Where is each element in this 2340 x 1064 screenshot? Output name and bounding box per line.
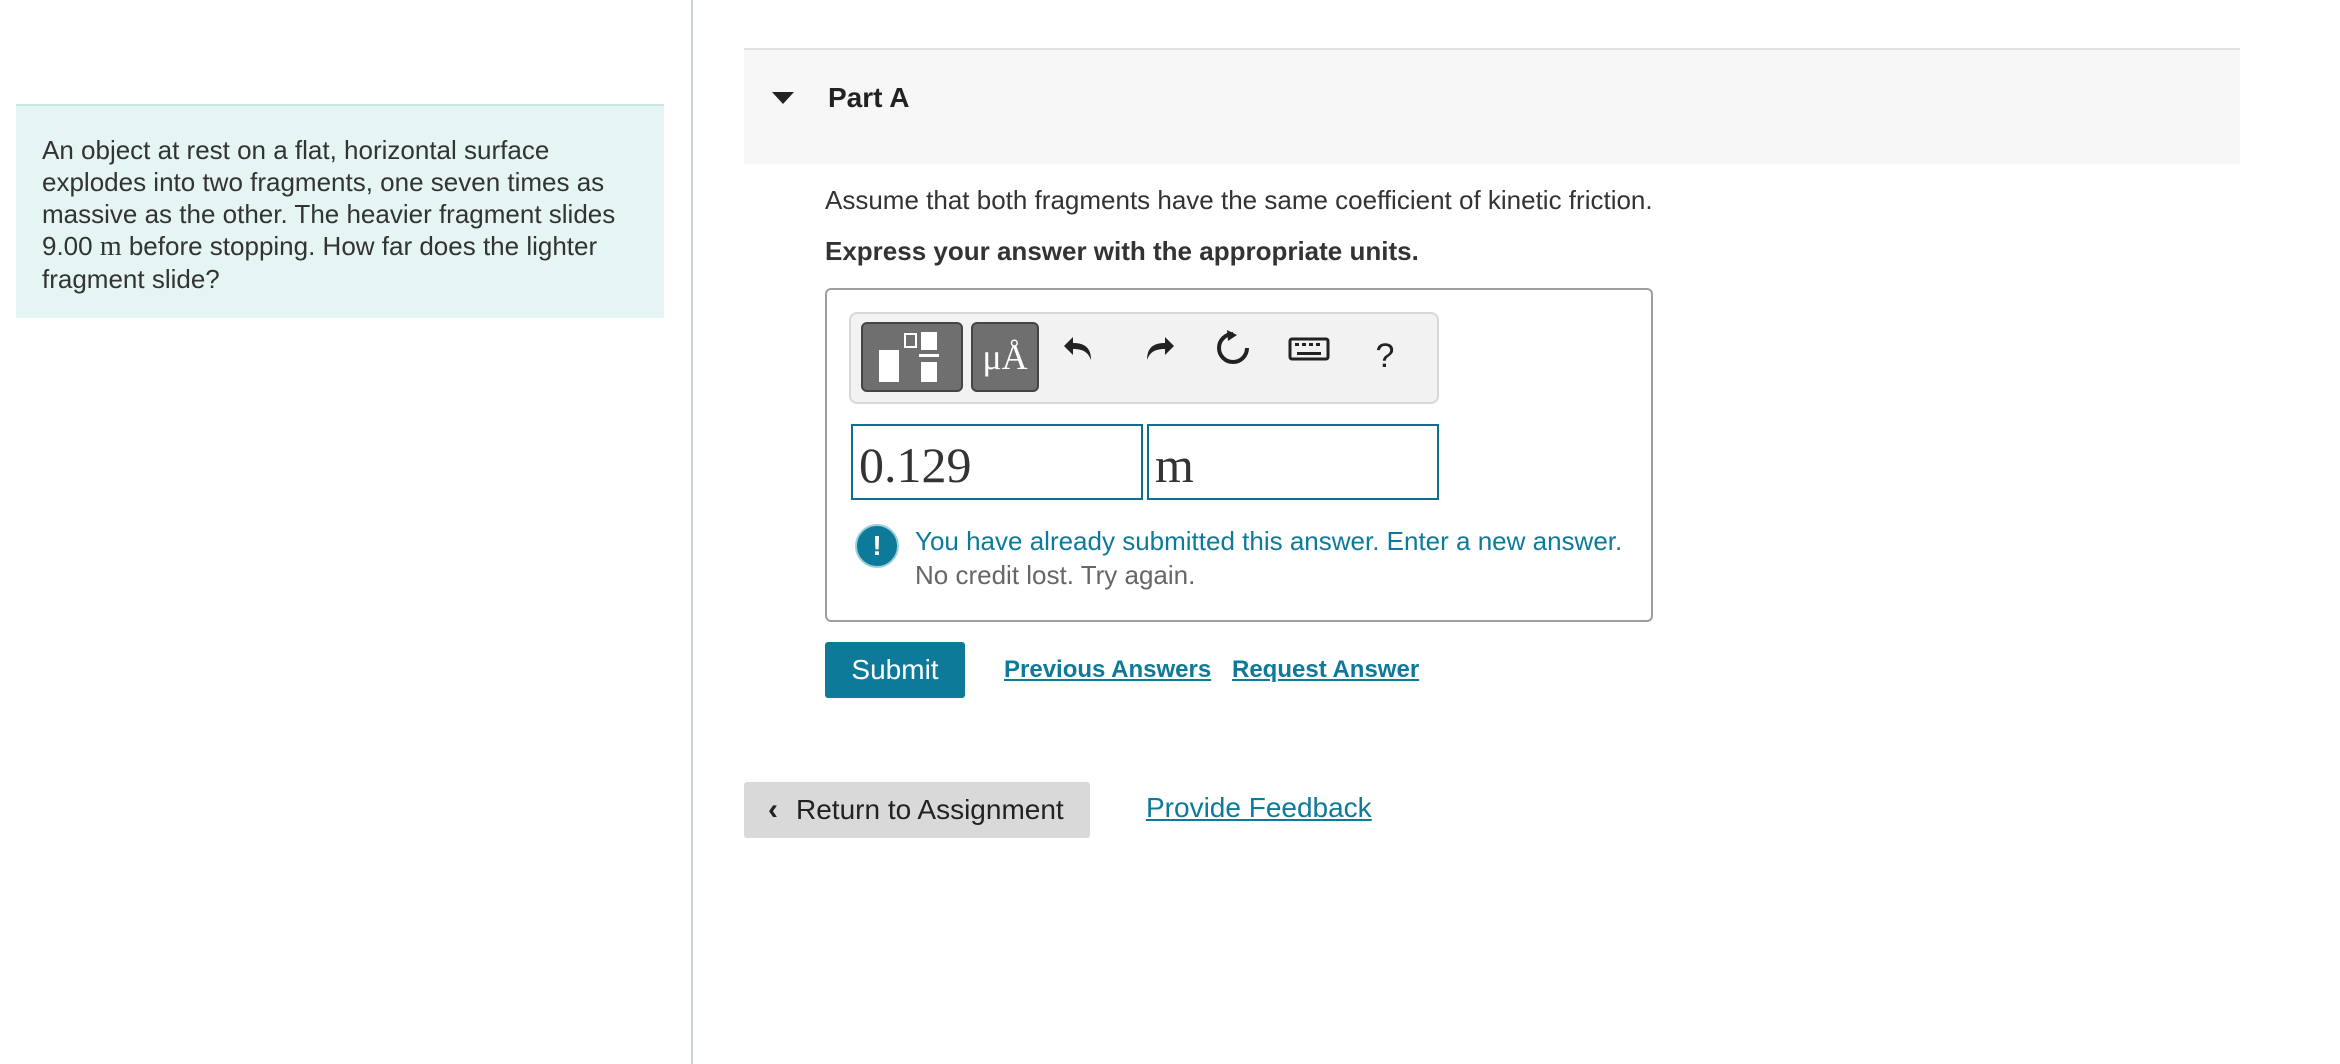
submit-button[interactable]: Submit — [825, 642, 965, 698]
alert-icon: ! — [855, 524, 899, 568]
alert-message: You have already submitted this answer. … — [915, 526, 1623, 556]
help-icon[interactable]: ? — [1359, 328, 1411, 384]
problem-text-before: An object at rest on a flat, horizontal … — [42, 135, 616, 229]
math-toolbar: μÅ ? — [849, 312, 1439, 404]
problem-text-after: before stopping. How far does the lighte… — [42, 231, 598, 294]
provide-feedback-link[interactable]: Provide Feedback — [1146, 792, 1372, 824]
previous-answers-link[interactable]: Previous Answers — [1004, 656, 1211, 684]
problem-statement: An object at rest on a flat, horizontal … — [16, 104, 664, 318]
units-button[interactable]: μÅ — [971, 322, 1039, 392]
answer-value-input[interactable]: 0.129 — [851, 424, 1143, 500]
problem-distance: 9.00 — [42, 231, 93, 261]
undo-icon[interactable] — [1055, 328, 1107, 384]
request-answer-link[interactable]: Request Answer — [1232, 656, 1419, 684]
templates-icon — [879, 332, 939, 382]
express-units-text: Express your answer with the appropriate… — [825, 236, 1419, 266]
keyboard-icon[interactable] — [1283, 328, 1335, 384]
reset-icon[interactable] — [1207, 328, 1259, 384]
alert-subtext: No credit lost. Try again. — [915, 560, 1196, 590]
answer-unit-input[interactable]: m — [1147, 424, 1439, 500]
part-a-header[interactable]: Part A — [744, 48, 2240, 164]
problem-unit: m — [99, 231, 122, 262]
panel-divider — [691, 0, 693, 1064]
return-to-assignment-button[interactable]: ‹ Return to Assignment — [744, 782, 1090, 838]
redo-icon[interactable] — [1131, 328, 1183, 384]
chevron-left-icon: ‹ — [768, 793, 778, 826]
part-title: Part A — [828, 82, 910, 113]
return-label: Return to Assignment — [796, 794, 1064, 825]
instruction-text: Assume that both fragments have the same… — [825, 185, 1653, 215]
collapse-caret-icon[interactable] — [772, 92, 794, 104]
templates-button[interactable] — [861, 322, 963, 392]
answer-box: μÅ ? 0.129 m ! You have already submitte… — [825, 288, 1653, 622]
